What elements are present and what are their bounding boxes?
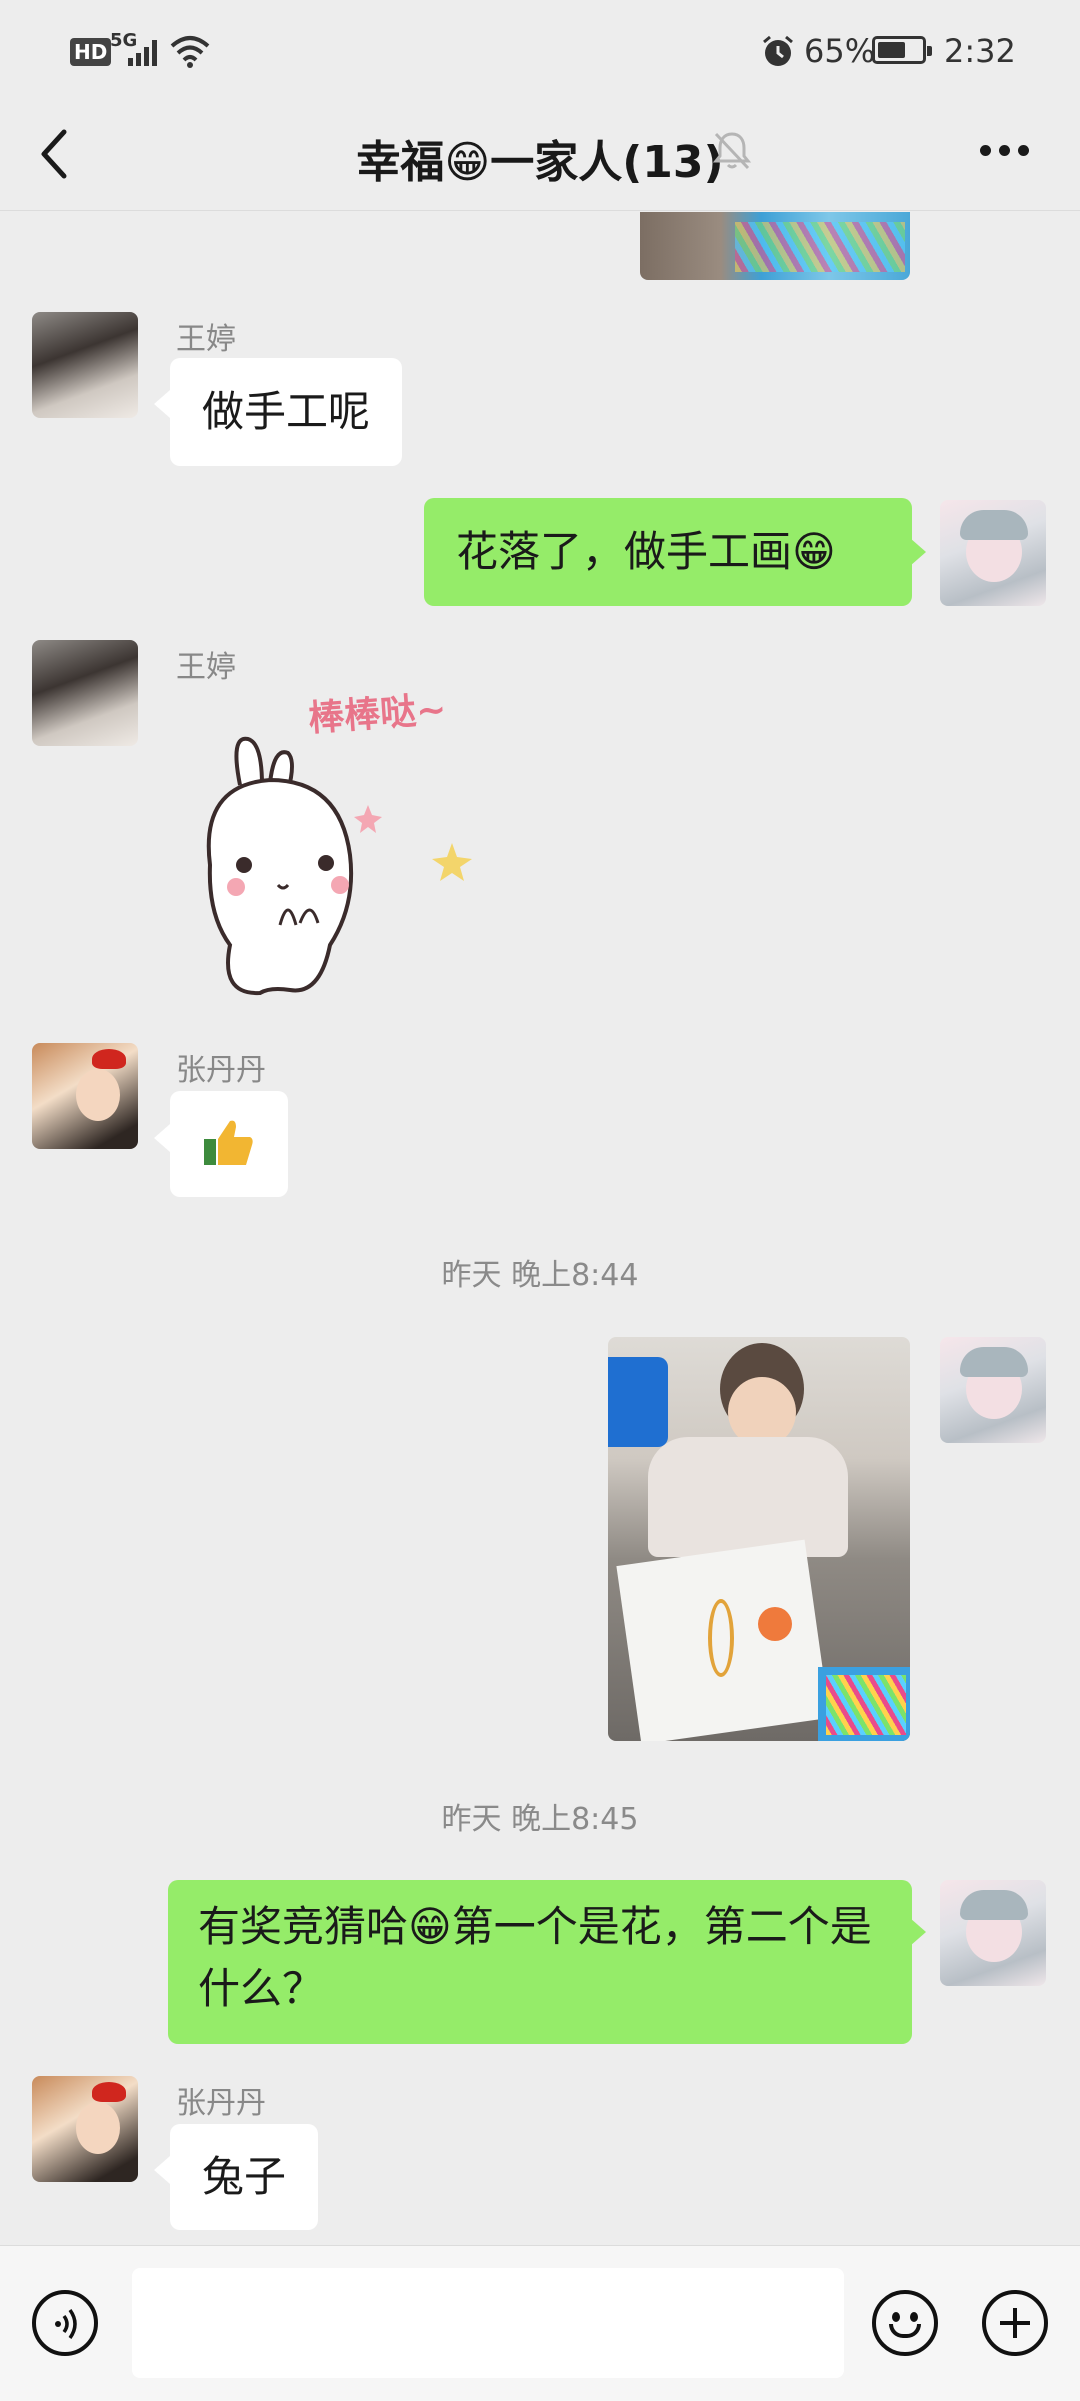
- alarm-icon: [763, 35, 793, 66]
- message-bubble[interactable]: [170, 1091, 288, 1197]
- avatar-me[interactable]: [940, 1880, 1046, 1986]
- sender-name: 张丹丹: [176, 1053, 266, 1088]
- avatar-me[interactable]: [940, 500, 1046, 606]
- message-bubble[interactable]: 花落了，做手工画😁: [424, 498, 912, 606]
- message-input[interactable]: [132, 2268, 844, 2378]
- bubble-tail: [154, 1124, 170, 1152]
- clock: 2:32: [944, 32, 1016, 70]
- previous-image-message[interactable]: [640, 212, 910, 280]
- more-icon[interactable]: [976, 145, 1036, 159]
- timestamp: 昨天 晚上8:44: [441, 1258, 639, 1293]
- battery-percent: 65%: [804, 32, 876, 70]
- avatar-wang-ting[interactable]: [32, 312, 138, 418]
- thumbs-up-icon: [204, 1120, 253, 1165]
- status-bar: HD 5G 65% 2:32: [0, 0, 1080, 100]
- bubble-tail: [910, 1918, 926, 1946]
- bunny-icon: [206, 736, 472, 996]
- image-message[interactable]: [608, 1337, 910, 1741]
- message-bubble[interactable]: 做手工呢: [170, 358, 403, 466]
- voice-icon[interactable]: [32, 2290, 98, 2356]
- avatar-me[interactable]: [940, 1337, 1046, 1443]
- hd-badge: HD: [70, 38, 112, 66]
- input-bar: [0, 2245, 1080, 2401]
- muted-bell-icon: [712, 132, 752, 170]
- chat-header: 幸福😁一家人(13): [0, 100, 1080, 211]
- plus-icon[interactable]: [982, 2290, 1048, 2356]
- message-bubble[interactable]: 有奖竞猜哈😁第一个是花，第二个是什么？: [168, 1880, 912, 2044]
- emoji-icon[interactable]: [872, 2290, 938, 2356]
- timestamp: 昨天 晚上8:45: [441, 1802, 639, 1837]
- sender-name: 王婷: [176, 322, 236, 357]
- message-bubble[interactable]: 兔子: [170, 2124, 319, 2230]
- signal-icon: [128, 38, 162, 66]
- battery-icon: [872, 36, 932, 64]
- bubble-tail: [154, 2156, 170, 2184]
- bubble-tail: [910, 538, 926, 566]
- avatar-zhang-dandan[interactable]: [32, 1043, 138, 1149]
- bubble-tail: [154, 390, 170, 418]
- sticker-bunny[interactable]: 棒棒哒~: [170, 685, 490, 1005]
- sender-name: 王婷: [176, 650, 236, 685]
- sender-name: 张丹丹: [176, 2086, 266, 2121]
- chat-title: 幸福😁一家人(13): [356, 137, 724, 188]
- avatar-wang-ting[interactable]: [32, 640, 138, 746]
- avatar-zhang-dandan[interactable]: [32, 2076, 138, 2182]
- wifi-icon: [170, 36, 210, 68]
